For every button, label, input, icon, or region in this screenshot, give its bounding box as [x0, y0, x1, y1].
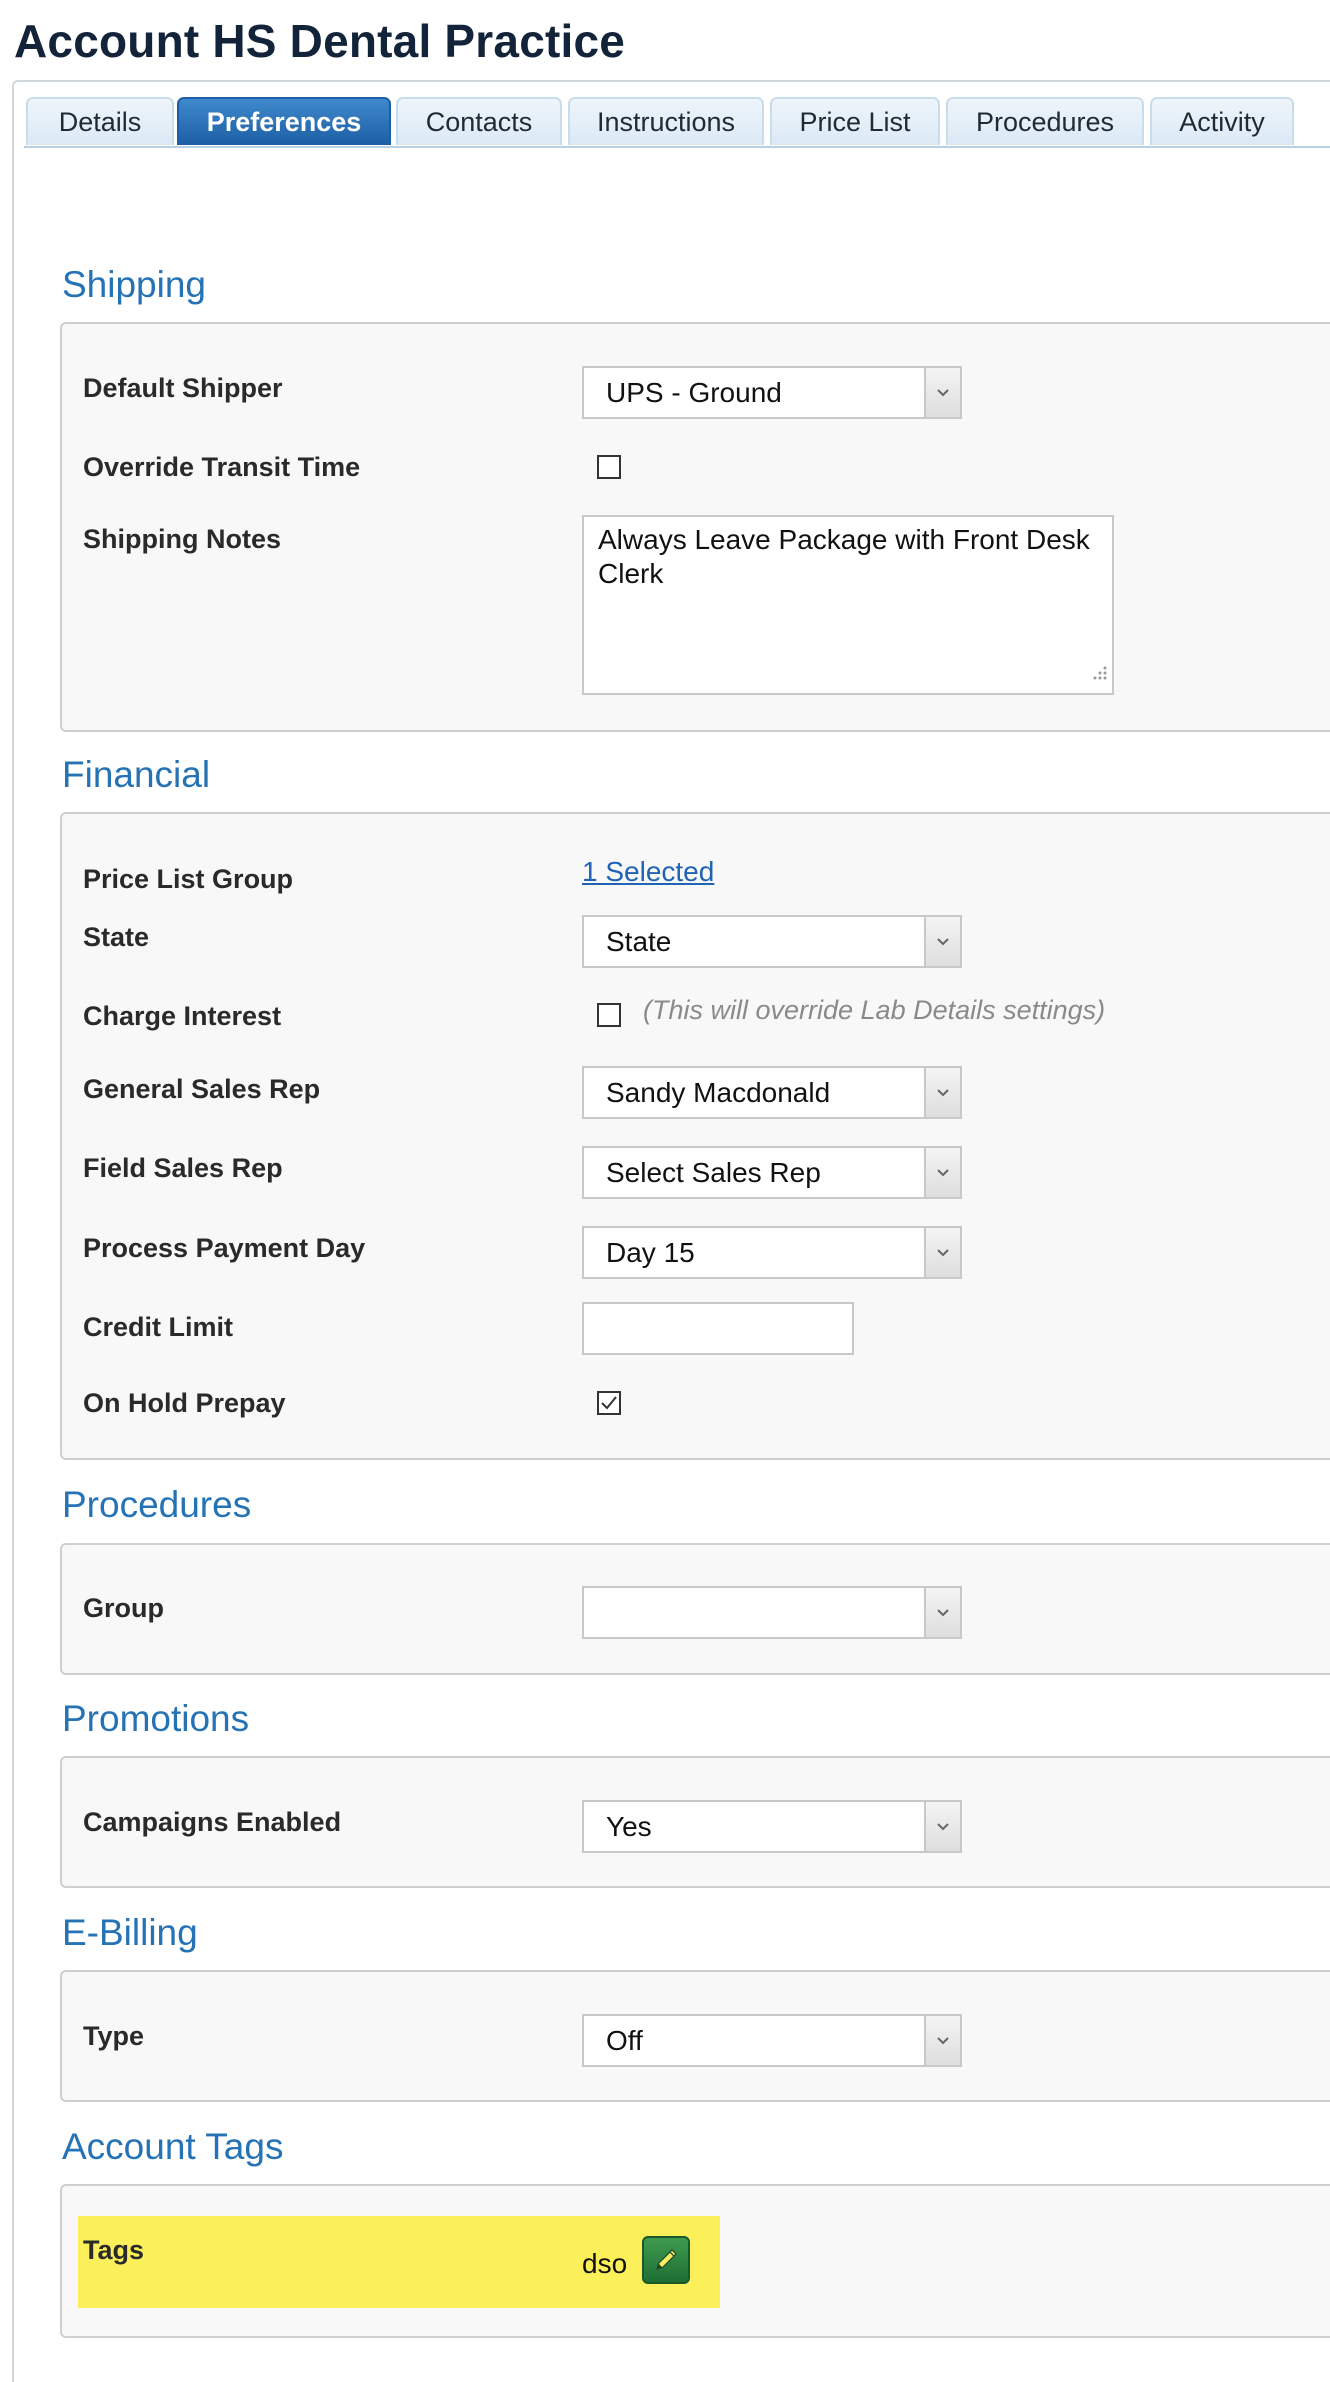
edit-tags-button[interactable] [642, 2236, 690, 2284]
tab-details[interactable]: Details [26, 97, 174, 145]
chevron-down-icon [924, 1588, 960, 1637]
tab-price-list[interactable]: Price List [770, 97, 940, 145]
section-title-account-tags: Account Tags [62, 2126, 284, 2167]
section-title-promotions: Promotions [62, 1698, 250, 1739]
section-title-financial: Financial [62, 754, 211, 795]
type-label: Type [83, 2021, 145, 2051]
credit-limit-input[interactable] [582, 1302, 854, 1355]
group-select[interactable] [582, 1586, 962, 1639]
general-sales-rep-value: Sandy Macdonald [606, 1077, 831, 1108]
shipping-notes-label: Shipping Notes [83, 524, 281, 554]
tags-value: dso [582, 2248, 628, 2279]
price-list-group-link[interactable]: 1 Selected [582, 856, 714, 888]
field-sales-rep-value: Select Sales Rep [606, 1157, 821, 1188]
tab-procedures[interactable]: Procedures [946, 97, 1144, 145]
credit-limit-label: Credit Limit [83, 1312, 234, 1342]
field-sales-rep-label: Field Sales Rep [83, 1153, 283, 1183]
shipping-notes-textarea[interactable]: Always Leave Package with Front Desk Cle… [582, 515, 1114, 695]
group-label: Group [83, 1593, 164, 1623]
chevron-down-icon [924, 2016, 960, 2065]
charge-interest-label: Charge Interest [83, 1001, 282, 1031]
process-payment-day-label: Process Payment Day [83, 1233, 366, 1263]
state-label: State [83, 922, 150, 952]
section-title-ebilling: E-Billing [62, 1912, 198, 1953]
campaigns-enabled-value: Yes [606, 1811, 652, 1842]
chevron-down-icon [924, 1148, 960, 1197]
tags-label: Tags [83, 2235, 145, 2265]
on-hold-prepay-label: On Hold Prepay [83, 1388, 286, 1418]
charge-interest-note: (This will override Lab Details settings… [643, 995, 1106, 1025]
tab-activity[interactable]: Activity [1150, 97, 1294, 145]
chevron-down-icon [924, 917, 960, 966]
charge-interest-checkbox[interactable] [597, 1003, 621, 1027]
default-shipper-select[interactable]: UPS - Ground [582, 366, 962, 419]
override-transit-label: Override Transit Time [83, 452, 361, 482]
chevron-down-icon [924, 368, 960, 417]
campaigns-enabled-label: Campaigns Enabled [83, 1807, 342, 1837]
override-transit-checkbox[interactable] [597, 455, 621, 479]
field-sales-rep-select[interactable]: Select Sales Rep [582, 1146, 962, 1199]
state-value: State [606, 926, 672, 957]
tab-bar-underline [24, 146, 1330, 148]
tab-contacts[interactable]: Contacts [396, 97, 562, 145]
page-title: Account HS Dental Practice [14, 15, 626, 67]
general-sales-rep-select[interactable]: Sandy Macdonald [582, 1066, 962, 1119]
ebilling-type-select[interactable]: Off [582, 2014, 962, 2067]
section-title-procedures: Procedures [62, 1484, 252, 1525]
price-list-group-label: Price List Group [83, 864, 294, 894]
tab-instructions[interactable]: Instructions [568, 97, 764, 145]
financial-panel [60, 812, 1330, 1460]
ebilling-type-value: Off [606, 2025, 643, 2056]
campaigns-enabled-select[interactable]: Yes [582, 1800, 962, 1853]
chevron-down-icon [924, 1802, 960, 1851]
chevron-down-icon [924, 1228, 960, 1277]
section-title-shipping: Shipping [62, 264, 207, 305]
process-payment-day-value: Day 15 [606, 1237, 695, 1268]
general-sales-rep-label: General Sales Rep [83, 1074, 321, 1104]
checkmark-icon [601, 1396, 617, 1410]
default-shipper-value: UPS - Ground [606, 377, 782, 408]
pencil-icon [656, 2249, 677, 2270]
state-select[interactable]: State [582, 915, 962, 968]
chevron-down-icon [924, 1068, 960, 1117]
resize-grip-icon[interactable] [1092, 655, 1108, 689]
process-payment-day-select[interactable]: Day 15 [582, 1226, 962, 1279]
default-shipper-label: Default Shipper [83, 373, 283, 403]
on-hold-prepay-checkbox[interactable] [597, 1391, 621, 1415]
tab-preferences[interactable]: Preferences [177, 97, 391, 145]
shipping-notes-text: Always Leave Package with Front Desk Cle… [598, 524, 1090, 589]
